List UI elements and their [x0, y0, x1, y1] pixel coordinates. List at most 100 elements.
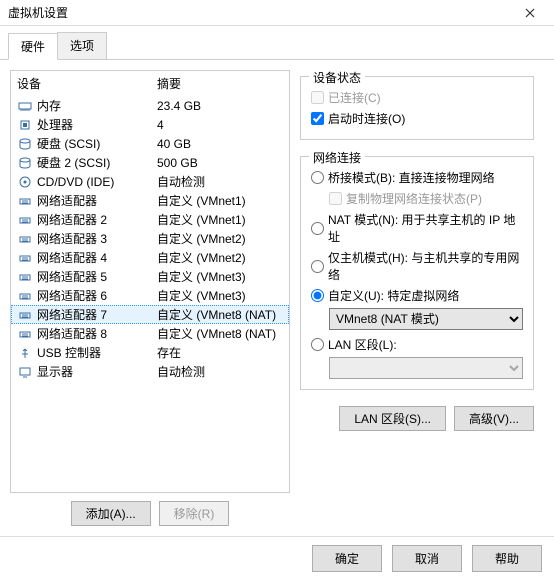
device-summary: 自动检测 [157, 173, 283, 190]
device-summary: 自定义 (VMnet2) [157, 230, 283, 247]
device-list-header: 设备 摘要 [11, 71, 289, 96]
header-summary: 摘要 [157, 75, 283, 92]
replicate-label: 复制物理网络连接状态(P) [346, 190, 482, 207]
device-summary: 40 GB [157, 137, 283, 151]
device-name: 网络适配器 4 [37, 249, 107, 266]
tab-options[interactable]: 选项 [57, 32, 107, 59]
device-name: 网络适配器 3 [37, 230, 107, 247]
device-row[interactable]: 处理器 4 [11, 115, 289, 134]
device-summary: 自定义 (VMnet8 (NAT) [157, 325, 283, 342]
device-status-title: 设备状态 [309, 69, 365, 86]
device-row[interactable]: 网络适配器 8 自定义 (VMnet8 (NAT) [11, 324, 289, 343]
device-summary: 存在 [157, 344, 283, 361]
device-summary: 自动检测 [157, 363, 283, 380]
titlebar: 虚拟机设置 [0, 0, 554, 26]
connected-label: 已连接(C) [328, 89, 381, 106]
right-buttons: LAN 区段(S)... 高级(V)... [300, 406, 534, 431]
memory-icon [17, 99, 33, 113]
device-row[interactable]: 网络适配器 6 自定义 (VMnet3) [11, 286, 289, 305]
device-name: 网络适配器 5 [37, 268, 107, 285]
hostonly-radio[interactable] [311, 260, 324, 273]
right-panel: 设备状态 已连接(C) 启动时连接(O) 网络连接 桥接模式(B): 直接连接物… [290, 70, 544, 526]
footer: 确定 取消 帮助 [0, 536, 554, 580]
usb-icon [17, 346, 33, 360]
connected-checkbox[interactable] [311, 91, 324, 104]
device-row[interactable]: 网络适配器 5 自定义 (VMnet3) [11, 267, 289, 286]
ok-button[interactable]: 确定 [312, 545, 382, 572]
connect-at-power-checkbox[interactable] [311, 112, 324, 125]
net-icon [17, 232, 33, 246]
cancel-button[interactable]: 取消 [392, 545, 462, 572]
device-name: 硬盘 2 (SCSI) [37, 154, 110, 171]
window-title: 虚拟机设置 [8, 4, 68, 21]
network-group: 网络连接 桥接模式(B): 直接连接物理网络 复制物理网络连接状态(P) NAT… [300, 156, 534, 390]
nat-radio[interactable] [311, 222, 324, 235]
device-name: 网络适配器 8 [37, 325, 107, 342]
net-icon [17, 213, 33, 227]
device-row[interactable]: 网络适配器 4 自定义 (VMnet2) [11, 248, 289, 267]
disk-icon [17, 137, 33, 151]
device-summary: 自定义 (VMnet2) [157, 249, 283, 266]
bridged-radio[interactable] [311, 171, 324, 184]
device-summary: 500 GB [157, 156, 283, 170]
device-status-group: 设备状态 已连接(C) 启动时连接(O) [300, 76, 534, 140]
device-summary: 4 [157, 118, 283, 132]
content: 设备 摘要 内存 23.4 GB 处理器 4 硬盘 (SCSI) 40 GB 硬盘 2 (S… [0, 60, 554, 536]
device-row[interactable]: 网络适配器 2自定义 (VMnet1) [11, 210, 289, 229]
net-icon [17, 308, 33, 322]
device-name: 网络适配器 6 [37, 287, 107, 304]
device-name: 硬盘 (SCSI) [37, 135, 100, 152]
disk-icon [17, 156, 33, 170]
device-row[interactable]: 显示器自动检测 [11, 362, 289, 381]
lan-select[interactable] [329, 357, 523, 379]
device-name: 处理器 [37, 116, 73, 133]
network-title: 网络连接 [309, 149, 365, 166]
device-list: 设备 摘要 内存 23.4 GB 处理器 4 硬盘 (SCSI) 40 GB 硬盘 2 (S… [10, 70, 290, 493]
lan-radio[interactable] [311, 338, 324, 351]
device-row[interactable]: 硬盘 (SCSI) 40 GB [11, 134, 289, 153]
left-buttons: 添加(A)... 移除(R) [10, 501, 290, 526]
device-row[interactable]: 网络适配器 7自定义 (VMnet8 (NAT) [11, 305, 289, 324]
advanced-button[interactable]: 高级(V)... [454, 406, 534, 431]
display-icon [17, 365, 33, 379]
device-name: 网络适配器 [37, 192, 97, 209]
net-icon [17, 194, 33, 208]
replicate-checkbox [329, 192, 342, 205]
custom-select[interactable]: VMnet8 (NAT 模式) [329, 308, 523, 330]
header-device: 设备 [17, 75, 157, 92]
hostonly-label: 仅主机模式(H): 与主机共享的专用网络 [328, 249, 523, 283]
tab-bar: 硬件 选项 [0, 26, 554, 60]
custom-radio[interactable] [311, 289, 324, 302]
cpu-icon [17, 118, 33, 132]
device-name: 网络适配器 2 [37, 211, 107, 228]
custom-label: 自定义(U): 特定虚拟网络 [328, 287, 459, 304]
nat-label: NAT 模式(N): 用于共享主机的 IP 地址 [328, 211, 523, 245]
device-name: USB 控制器 [37, 344, 101, 361]
net-icon [17, 289, 33, 303]
tab-hardware[interactable]: 硬件 [8, 33, 58, 60]
remove-button[interactable]: 移除(R) [159, 501, 230, 526]
net-icon [17, 270, 33, 284]
net-icon [17, 251, 33, 265]
device-row[interactable]: 网络适配器 自定义 (VMnet1) [11, 191, 289, 210]
device-name: 内存 [37, 97, 61, 114]
lan-segments-button[interactable]: LAN 区段(S)... [339, 406, 446, 431]
help-button[interactable]: 帮助 [472, 545, 542, 572]
close-button[interactable] [514, 4, 546, 21]
bridged-label: 桥接模式(B): 直接连接物理网络 [328, 169, 495, 186]
device-name: CD/DVD (IDE) [37, 175, 114, 189]
device-summary: 23.4 GB [157, 99, 283, 113]
device-summary: 自定义 (VMnet8 (NAT) [157, 306, 283, 323]
close-icon [525, 8, 535, 18]
left-panel: 设备 摘要 内存 23.4 GB 处理器 4 硬盘 (SCSI) 40 GB 硬盘 2 (S… [10, 70, 290, 526]
device-row[interactable]: 硬盘 2 (SCSI) 500 GB [11, 153, 289, 172]
device-row[interactable]: USB 控制器 存在 [11, 343, 289, 362]
device-summary: 自定义 (VMnet3) [157, 287, 283, 304]
cd-icon [17, 175, 33, 189]
add-button[interactable]: 添加(A)... [71, 501, 151, 526]
device-row[interactable]: CD/DVD (IDE) 自动检测 [11, 172, 289, 191]
device-summary: 自定义 (VMnet1) [157, 192, 283, 209]
device-row[interactable]: 内存 23.4 GB [11, 96, 289, 115]
device-summary: 自定义 (VMnet3) [157, 268, 283, 285]
device-row[interactable]: 网络适配器 3 自定义 (VMnet2) [11, 229, 289, 248]
